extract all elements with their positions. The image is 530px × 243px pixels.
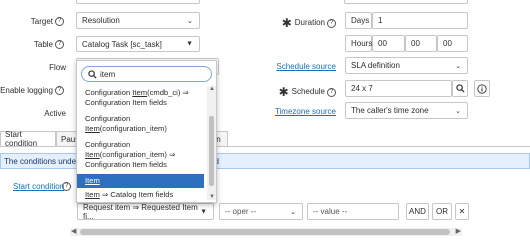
chevron-down-icon: ⌄ xyxy=(290,208,296,216)
scroll-right-arrow-icon[interactable]: ▶ xyxy=(456,227,461,235)
scroll-up-arrow-icon[interactable]: ▲ xyxy=(209,86,215,92)
mandatory-star-icon: ✱ xyxy=(281,16,292,30)
help-icon[interactable]: ? xyxy=(327,18,336,28)
hours-input[interactable]: 00 xyxy=(372,35,405,52)
list-item[interactable]: Configuration Item(cmdb_ci) ⇒ Configurat… xyxy=(77,86,204,110)
and-button[interactable]: AND xyxy=(406,203,429,220)
flow-label: Flow xyxy=(49,63,66,72)
duration-label: ✱ Duration? xyxy=(282,16,336,30)
hours-label-box: Hours xyxy=(345,35,372,52)
top-field-cutoff[interactable] xyxy=(76,0,200,4)
scroll-left-arrow-icon[interactable]: ◀ xyxy=(71,227,76,235)
seconds-input[interactable]: 00 xyxy=(437,35,468,52)
or-button[interactable]: OR xyxy=(432,203,452,220)
target-select[interactable]: Resolution ⌄ xyxy=(76,12,200,29)
dropdown-scrollbar-thumb[interactable] xyxy=(209,116,214,186)
help-icon[interactable]: ? xyxy=(55,40,64,50)
start-condition-label[interactable]: Start condition xyxy=(13,182,64,191)
help-icon[interactable]: ? xyxy=(55,86,64,96)
condition-field-select[interactable]: Request item ⇒ Requested Item fi... ▼ xyxy=(77,203,214,221)
schedule-info-button[interactable] xyxy=(474,80,490,97)
list-item[interactable]: Configuration Item(configuration_item) ⇒… xyxy=(77,136,204,172)
tab-start-condition[interactable]: Start condition xyxy=(0,130,56,148)
search-icon xyxy=(88,70,97,79)
schedule-lookup-button[interactable] xyxy=(452,80,468,97)
field-picker-dropdown: item Configuration Item(cmdb_ci) ⇒ Confi… xyxy=(76,60,217,203)
search-icon xyxy=(455,84,465,93)
scroll-down-arrow-icon[interactable]: ▼ xyxy=(209,194,215,200)
list-item-selected[interactable]: Item xyxy=(77,174,204,188)
chevron-down-icon: ▼ xyxy=(200,208,207,215)
active-label: Active xyxy=(44,109,66,118)
table-select[interactable]: Catalog Task [sc_task] ▼ xyxy=(76,36,200,52)
list-item[interactable]: Configuration Item(configuration_item) xyxy=(77,110,204,136)
remove-condition-button[interactable]: ✕ xyxy=(455,203,469,220)
help-icon[interactable]: ? xyxy=(55,17,64,27)
info-icon xyxy=(477,83,487,94)
target-label: Target? xyxy=(31,17,64,27)
field-picker-list: Configuration Item(cmdb_ci) ⇒ Configurat… xyxy=(77,86,204,202)
days-label-box: Days xyxy=(345,12,372,29)
dropdown-scrollbar[interactable]: ▲ ▼ xyxy=(207,86,216,200)
top-right-field-cutoff[interactable] xyxy=(344,0,468,4)
schedule-source-select[interactable]: SLA definition ⌄ xyxy=(345,57,468,74)
scrollbar-thumb[interactable] xyxy=(80,229,450,235)
timezone-source-label[interactable]: Timezone source xyxy=(275,107,336,116)
chevron-down-icon: ⌄ xyxy=(187,17,193,25)
mandatory-star-icon: ✱ xyxy=(278,85,289,99)
schedule-input[interactable]: 24 x 7 xyxy=(345,80,452,97)
table-label: Table? xyxy=(34,40,64,50)
schedule-label: ✱ Schedule? xyxy=(279,85,336,99)
timezone-source-select[interactable]: The caller's time zone ⌄ xyxy=(345,102,468,119)
field-picker-search-input[interactable]: item xyxy=(81,66,212,82)
chevron-down-icon: ⌄ xyxy=(455,62,461,70)
horizontal-scrollbar[interactable]: ◀ ▶ xyxy=(70,228,462,236)
chevron-down-icon: ⌄ xyxy=(455,107,461,115)
help-icon[interactable]: ? xyxy=(62,182,71,191)
enable-logging-label: Enable logging? xyxy=(0,86,64,96)
condition-value-input[interactable]: -- value -- xyxy=(307,203,399,220)
schedule-source-label[interactable]: Schedule source xyxy=(276,62,336,71)
chevron-down-icon: ▼ xyxy=(186,40,193,48)
minutes-input[interactable]: 00 xyxy=(405,35,437,52)
days-input[interactable]: 1 xyxy=(372,12,468,29)
condition-operator-select[interactable]: -- oper -- ⌄ xyxy=(219,203,303,220)
help-icon[interactable]: ? xyxy=(327,87,336,97)
list-item[interactable]: Item ⇒ Catalog Item fields xyxy=(77,188,204,202)
